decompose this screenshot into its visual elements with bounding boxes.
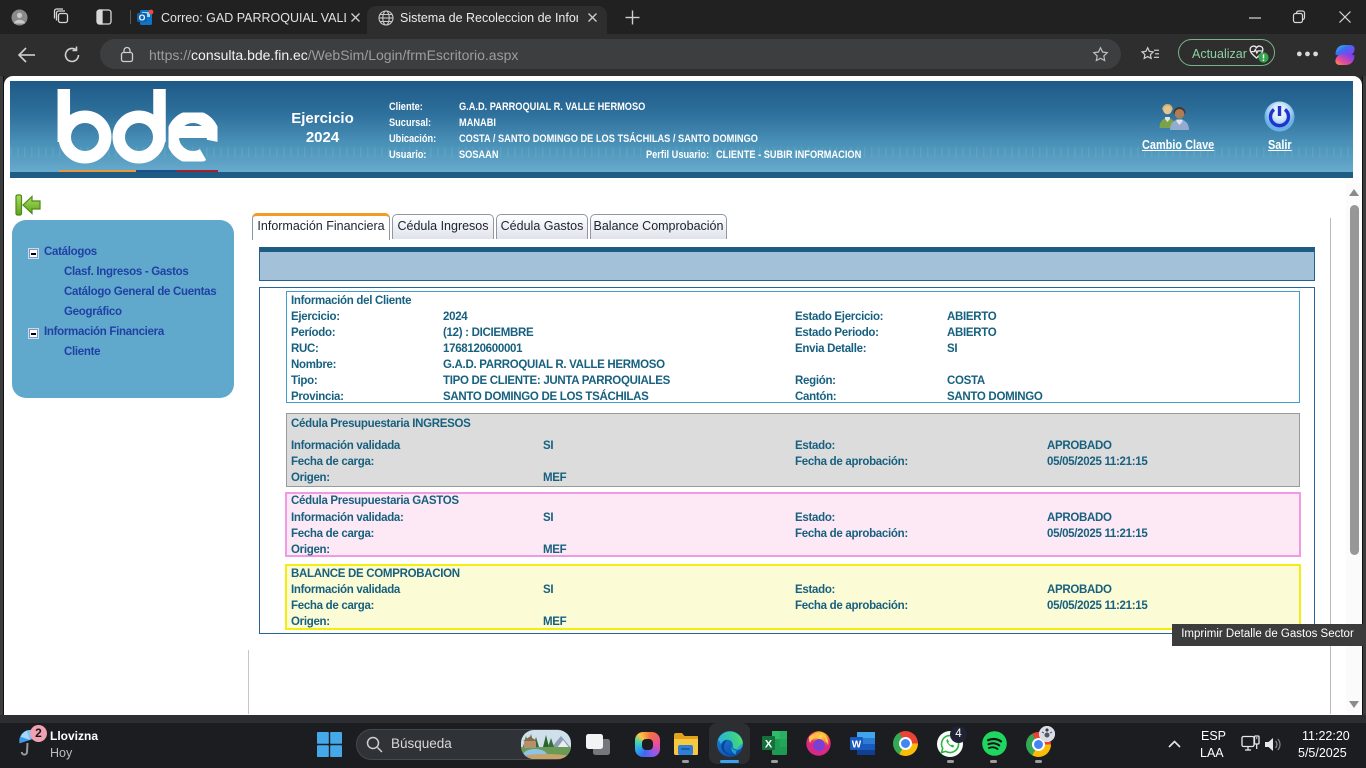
svg-text:X: X bbox=[765, 739, 773, 751]
svg-text:W: W bbox=[852, 740, 862, 751]
svg-text:O: O bbox=[139, 12, 146, 22]
